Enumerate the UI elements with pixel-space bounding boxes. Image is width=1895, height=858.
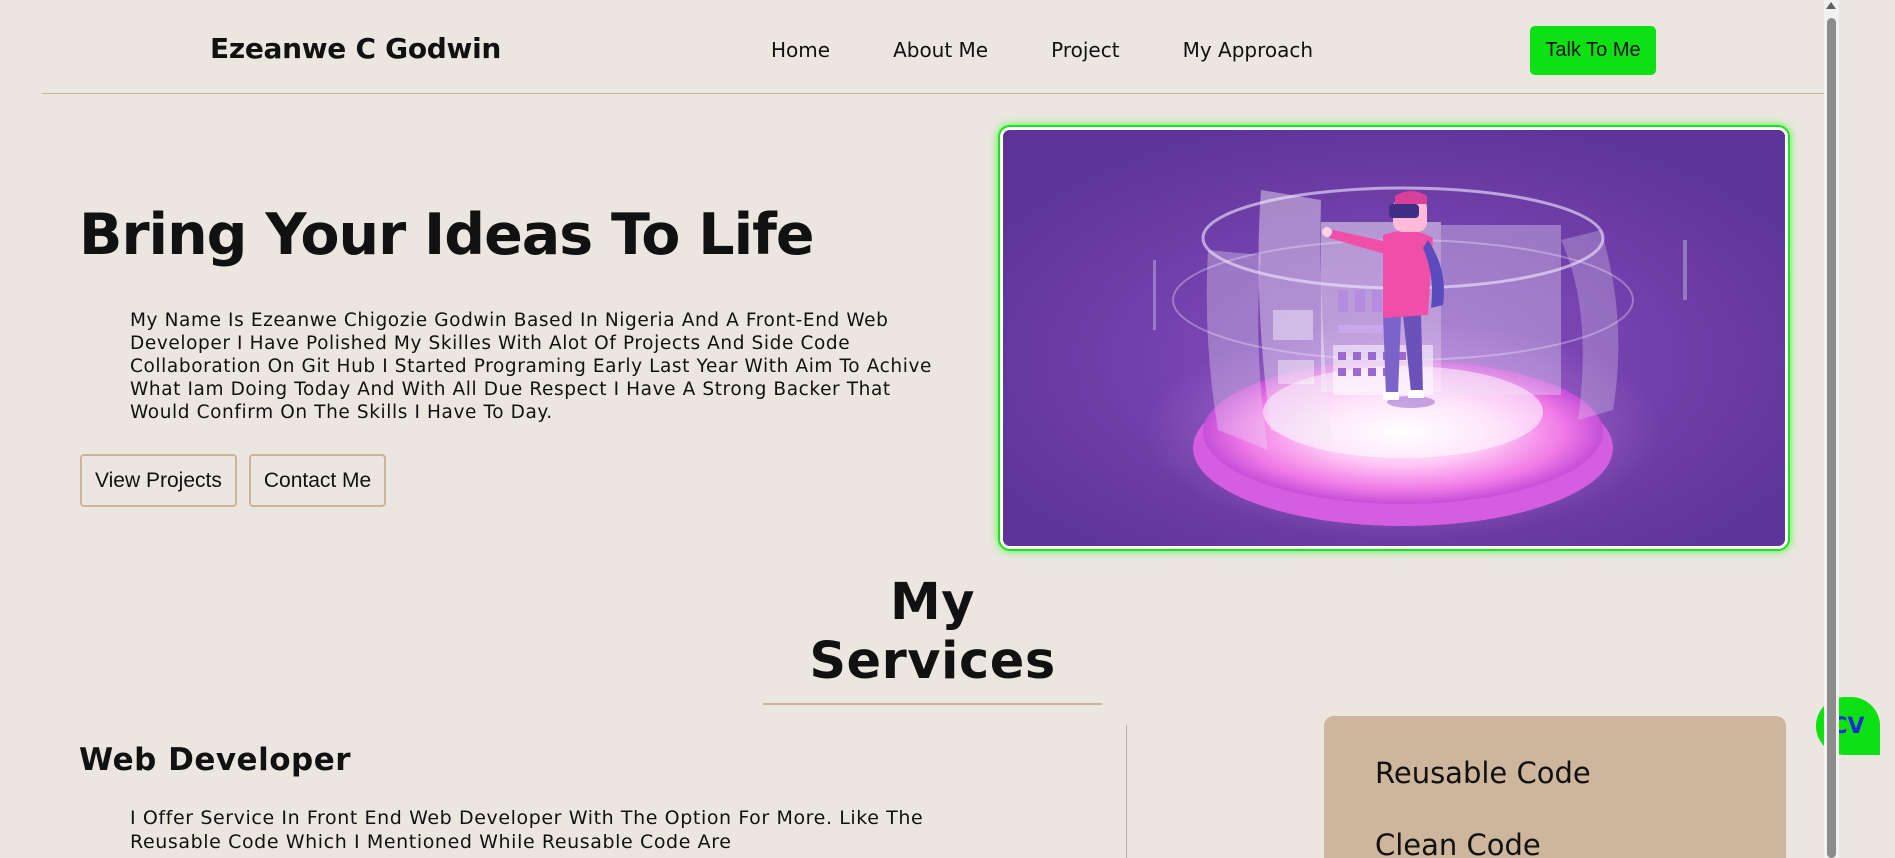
service-description: I Offer Service In Front End Web Develop… <box>130 807 924 853</box>
nav-my-approach[interactable]: My Approach <box>1183 38 1313 62</box>
talk-to-me-button[interactable]: Talk To Me <box>1530 26 1656 75</box>
main-nav: Home About Me Project My Approach <box>771 38 1376 62</box>
page-scrollbar[interactable] <box>1824 0 1839 858</box>
feature-reusable-code: Reusable Code <box>1375 756 1591 790</box>
page: Ezeanwe C Godwin Home About Me Project M… <box>0 0 1895 858</box>
hero-image <box>1000 127 1788 549</box>
site-header: Ezeanwe C Godwin Home About Me Project M… <box>42 0 1824 94</box>
nav-project[interactable]: Project <box>1051 38 1119 62</box>
feature-clean-code: Clean Code <box>1375 828 1541 858</box>
site-logo[interactable]: Ezeanwe C Godwin <box>210 32 501 65</box>
hero-description: My Name Is Ezeanwe Chigozie Godwin Based… <box>130 310 932 423</box>
scroll-up-arrow-icon[interactable] <box>1826 2 1836 9</box>
section-divider <box>1126 725 1127 858</box>
nav-home[interactable]: Home <box>771 38 830 62</box>
hero-buttons: View Projects Contact Me <box>80 454 387 507</box>
hero-title: Bring Your Ideas To Life <box>79 202 815 268</box>
service-features-card: Reusable Code Clean Code <box>1324 716 1786 858</box>
services-title: My Services <box>763 573 1102 705</box>
vr-hologram-illustration <box>1003 130 1785 546</box>
scroll-thumb[interactable] <box>1827 18 1836 858</box>
nav-about-me[interactable]: About Me <box>893 38 988 62</box>
contact-me-button[interactable]: Contact Me <box>248 454 387 507</box>
service-heading: Web Developer <box>79 742 352 778</box>
view-projects-button[interactable]: View Projects <box>80 454 237 507</box>
